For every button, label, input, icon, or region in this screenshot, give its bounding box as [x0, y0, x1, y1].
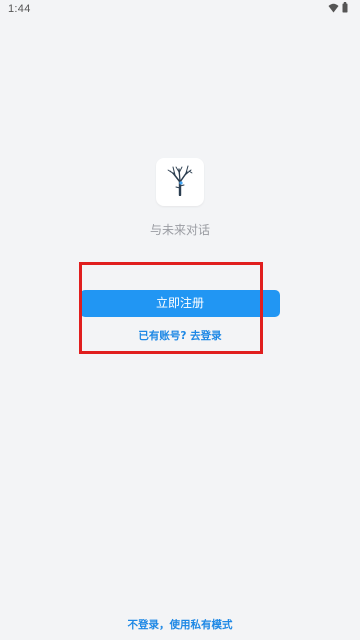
- private-mode-link[interactable]: 不登录，使用私有模式: [0, 618, 360, 632]
- tagline: 与未来对话: [149, 223, 210, 237]
- status-bar: 1:44: [0, 0, 360, 18]
- wifi-icon: [328, 3, 339, 16]
- app-logo: [156, 158, 204, 206]
- status-time: 1:44: [8, 3, 31, 15]
- highlight-annotation: [79, 262, 263, 354]
- status-icons: [328, 2, 348, 16]
- app-screen: 1:44 与未来对话 立即注册 已有账号? 去登录 不登录，使用私有模式: [0, 0, 360, 640]
- battery-icon: [342, 2, 348, 16]
- tree-logo-icon: [165, 164, 195, 200]
